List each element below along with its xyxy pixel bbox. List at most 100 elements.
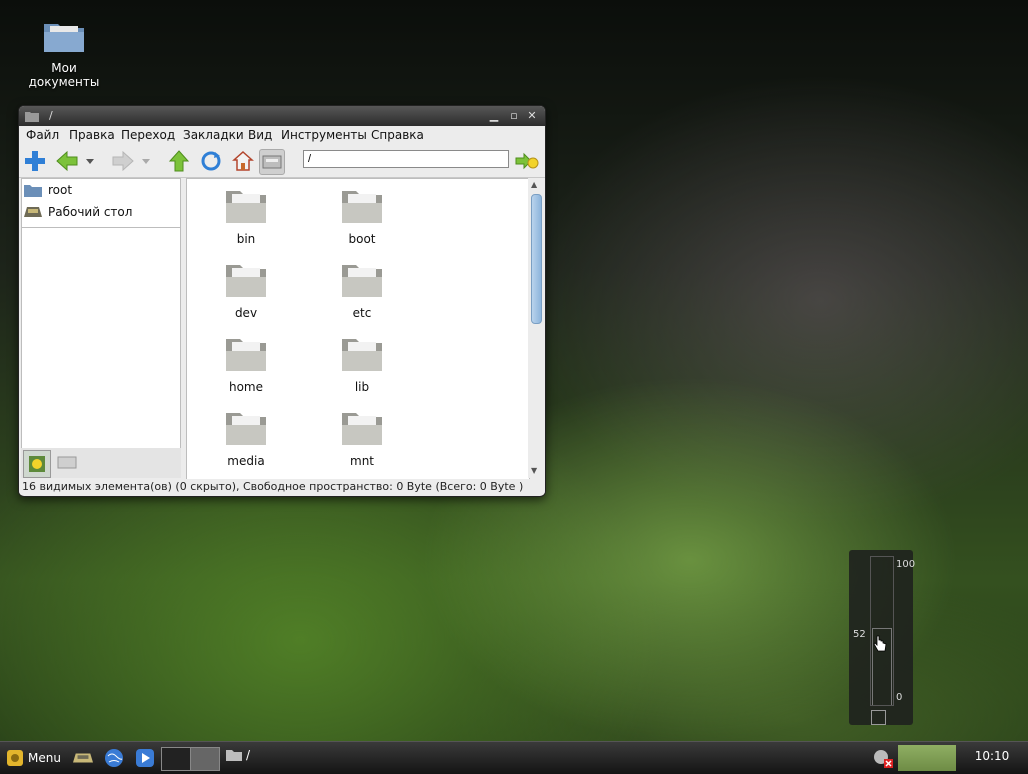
home-icon [232, 150, 254, 171]
file-label: dev [234, 306, 258, 320]
taskbar-window-button[interactable]: / [226, 748, 250, 762]
home-button[interactable] [231, 149, 255, 173]
volume-value-label: 52 [853, 629, 866, 640]
close-button[interactable]: ✕ [525, 109, 539, 123]
back-history-button[interactable] [83, 149, 97, 173]
network-disconnected-icon[interactable] [872, 748, 894, 768]
folder-icon [342, 191, 382, 223]
scroll-down-icon[interactable]: ▼ [531, 466, 537, 475]
sidebar-tabs [21, 448, 181, 478]
file-item-mnt[interactable]: mnt [314, 409, 410, 468]
file-item-bin[interactable]: bin [198, 187, 294, 246]
file-item-etc[interactable]: etc [314, 261, 410, 320]
taskbar-window-label: / [246, 748, 251, 762]
go-arrow-icon [515, 152, 539, 170]
title-bar[interactable]: / ▁ ▫ ✕ [19, 106, 545, 126]
sidebar-item-desktop[interactable]: Рабочий стол [24, 202, 132, 222]
file-label: lib [354, 380, 370, 394]
volume-max-label: 100 [896, 559, 916, 570]
folder-icon [342, 265, 382, 297]
menu-icon [7, 750, 23, 766]
up-button[interactable] [167, 149, 191, 173]
file-item-media[interactable]: media [198, 409, 294, 468]
taskbar: Menu / 10:10 [0, 741, 1028, 774]
scrollbar-thumb[interactable] [531, 194, 542, 324]
window-folder-icon [25, 112, 39, 122]
file-view: bin boot dev etc home lib media mnt [186, 178, 530, 480]
file-label: home [228, 380, 264, 394]
new-tab-button[interactable] [23, 149, 47, 173]
arrow-right-icon [112, 150, 134, 172]
desktop-icon [24, 207, 42, 217]
file-item-lib[interactable]: lib [314, 335, 410, 394]
toolbar [19, 145, 545, 178]
workspace-1[interactable] [161, 747, 191, 771]
desktop-icon-label: Мои документы [28, 61, 100, 89]
folder-icon [342, 413, 382, 445]
folder-icon [342, 339, 382, 371]
window-title: / [49, 109, 53, 122]
file-manager-launcher-icon[interactable] [73, 748, 93, 768]
folder-icon [24, 185, 42, 197]
maximize-button[interactable]: ▫ [507, 109, 521, 123]
file-label: etc [352, 306, 372, 320]
chevron-down-icon [142, 159, 150, 164]
reload-button[interactable] [199, 149, 223, 173]
cpu-monitor[interactable] [898, 745, 956, 771]
file-item-boot[interactable]: boot [314, 187, 410, 246]
desktop-icon-my-documents[interactable]: Мои документы [14, 16, 114, 89]
tab-places[interactable] [23, 450, 51, 478]
file-label: mnt [350, 454, 374, 468]
drive-icon [57, 456, 77, 469]
hand-cursor-icon [873, 635, 887, 652]
file-manager-window: / ▁ ▫ ✕ Файл Правка Переход Закладки Вид… [18, 105, 546, 497]
arrow-left-icon [56, 150, 78, 172]
places-sidebar: root Рабочий стол [21, 178, 181, 450]
refresh-icon [201, 151, 221, 171]
forward-button[interactable] [111, 149, 135, 173]
folder-icon [226, 339, 266, 371]
sidebar-item-label: Рабочий стол [48, 205, 133, 219]
computer-button[interactable] [259, 149, 285, 175]
browser-globe-icon[interactable] [104, 748, 124, 768]
start-menu-button[interactable]: Menu [6, 747, 61, 769]
menu-edit[interactable]: Правка [69, 128, 115, 142]
plus-icon [25, 151, 45, 171]
folder-icon [226, 191, 266, 223]
workspace-2[interactable] [190, 747, 220, 771]
menu-go[interactable]: Переход [121, 128, 175, 142]
mute-checkbox[interactable] [871, 710, 886, 725]
menu-view[interactable]: Вид [248, 128, 272, 142]
file-item-home[interactable]: home [198, 335, 294, 394]
drive-icon [262, 155, 282, 169]
file-label: boot [348, 232, 376, 246]
clock[interactable]: 10:10 [962, 749, 1022, 763]
file-item-dev[interactable]: dev [198, 261, 294, 320]
vertical-scrollbar[interactable]: ▲ ▼ [528, 178, 542, 478]
menu-file[interactable]: Файл [26, 128, 59, 142]
folder-icon [44, 24, 84, 52]
back-button[interactable] [55, 149, 79, 173]
media-player-icon[interactable] [135, 748, 155, 768]
arrow-up-icon [168, 150, 190, 172]
menu-bookmarks[interactable]: Закладки [183, 128, 244, 142]
scroll-up-icon[interactable]: ▲ [531, 180, 537, 189]
volume-min-label: 0 [896, 692, 903, 703]
sidebar-item-root[interactable]: root [24, 180, 72, 200]
tab-tree[interactable] [57, 454, 77, 473]
folder-icon [226, 413, 266, 445]
volume-slider[interactable] [870, 556, 894, 706]
go-button[interactable] [515, 149, 539, 173]
address-input[interactable] [303, 150, 509, 168]
menu-help[interactable]: Справка [371, 128, 424, 142]
status-text: 16 видимых элемента(ов) (0 скрыто), Своб… [22, 480, 524, 493]
forward-history-button[interactable] [139, 149, 153, 173]
file-label: media [227, 454, 265, 468]
minimize-button[interactable]: ▁ [487, 109, 501, 123]
file-label: bin [236, 232, 256, 246]
volume-popup: 100 52 0 [849, 550, 916, 725]
sidebar-item-label: root [48, 183, 73, 197]
menu-tools[interactable]: Инструменты [281, 128, 367, 142]
folder-icon [226, 750, 242, 761]
places-icon [29, 456, 45, 472]
